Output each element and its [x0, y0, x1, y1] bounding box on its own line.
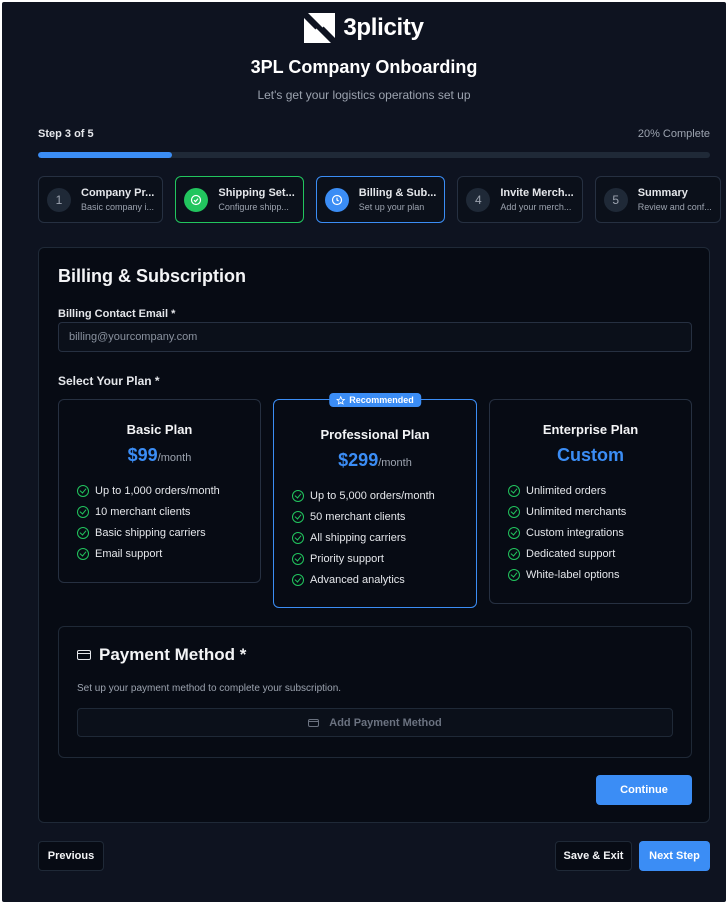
check-icon [77, 505, 89, 518]
feature-item: Up to 5,000 orders/month [292, 485, 476, 506]
plan-name: Basic Plan [126, 422, 193, 437]
brand: 3plicity [2, 13, 726, 43]
save-exit-button[interactable]: Save & Exit [555, 841, 632, 871]
step-summary[interactable]: 5 Summary Review and conf... [594, 176, 721, 223]
feature-item: Priority support [292, 548, 476, 569]
check-circle-icon [184, 187, 209, 212]
credit-card-icon [77, 650, 91, 660]
plan-price: $299/month [274, 450, 476, 471]
price-amount: $299 [338, 450, 379, 470]
price-amount: $99 [127, 445, 158, 465]
feature-list: Up to 1,000 orders/month 10 merchant cli… [59, 480, 260, 564]
step-subtitle: Review and conf... [637, 202, 712, 212]
step-number: 5 [603, 187, 628, 212]
step-billing-subscription[interactable]: Billing & Sub... Set up your plan [315, 176, 446, 223]
check-icon [508, 526, 520, 539]
step-subtitle: Add your merch... [500, 202, 572, 212]
plan-card-enterprise[interactable]: Enterprise Plan Custom Unlimited orders … [489, 399, 692, 604]
feature-item: Email support [77, 543, 260, 564]
plan-price: $99/month [59, 445, 260, 466]
step-title: Billing & Sub... [358, 187, 437, 199]
plan-card-basic[interactable]: Basic Plan $99/month Up to 1,000 orders/… [58, 399, 261, 583]
feature-item: Custom integrations [508, 522, 691, 543]
section-title: Billing & Subscription [58, 266, 246, 286]
step-shipping-setup[interactable]: Shipping Set... Configure shipp... [175, 176, 304, 223]
check-icon [292, 510, 304, 523]
step-invite-merchants[interactable]: 4 Invite Merch... Add your merch... [457, 176, 583, 223]
billing-card: Billing & Subscription Billing Contact E… [38, 247, 710, 823]
feature-item: White-label options [508, 564, 691, 585]
step-title: Company Pr... [81, 187, 155, 199]
feature-item: 10 merchant clients [77, 501, 260, 522]
step-subtitle: Set up your plan [358, 202, 425, 212]
check-icon [292, 531, 304, 544]
star-icon [336, 395, 346, 405]
check-icon [508, 484, 520, 497]
check-icon [292, 489, 304, 502]
feature-list: Up to 5,000 orders/month 50 merchant cli… [274, 485, 476, 590]
billing-email-input[interactable] [58, 322, 692, 352]
3plicity-logo-icon [304, 13, 336, 43]
onboarding-window: 3plicity 3PL Company Onboarding Let's ge… [2, 2, 726, 902]
plan-name: Professional Plan [320, 427, 430, 442]
step-company-profile[interactable]: 1 Company Pr... Basic company i... [38, 176, 164, 223]
progress-bar-fill [38, 152, 173, 158]
step-title: Shipping Set... [218, 187, 295, 199]
progress-percent: 20% Complete [637, 128, 710, 140]
brand-name: 3plicity [343, 14, 424, 41]
step-subtitle: Basic company i... [81, 202, 155, 212]
payment-description: Set up your payment method to complete y… [77, 683, 342, 694]
next-step-button[interactable]: Next Step [639, 841, 710, 871]
feature-item: 50 merchant clients [292, 506, 476, 527]
step-title: Summary [637, 187, 688, 199]
check-icon [77, 484, 89, 497]
check-icon [508, 547, 520, 560]
progress-bar [38, 152, 710, 158]
payment-title: Payment Method * [99, 645, 247, 664]
feature-item: Dedicated support [508, 543, 691, 564]
step-subtitle: Configure shipp... [218, 202, 289, 212]
price-amount: Custom [557, 445, 624, 465]
step-tracker: 1 Company Pr... Basic company i... Shipp… [38, 176, 721, 223]
recommended-badge: Recommended [329, 393, 421, 407]
check-icon [508, 568, 520, 581]
credit-card-icon [308, 718, 320, 727]
feature-item: Advanced analytics [292, 569, 476, 590]
page-subtitle: Let's get your logistics operations set … [257, 88, 471, 102]
plan-label: Select Your Plan * [58, 374, 160, 388]
step-title: Invite Merch... [500, 187, 574, 199]
step-number: 4 [466, 187, 491, 212]
check-icon [508, 505, 520, 518]
check-icon [77, 547, 89, 560]
check-icon [292, 573, 304, 586]
check-icon [292, 552, 304, 565]
step-counter: Step 3 of 5 [38, 128, 94, 140]
clock-icon [324, 187, 349, 212]
check-icon [77, 526, 89, 539]
price-period: /month [378, 457, 412, 469]
plan-card-professional[interactable]: Recommended Professional Plan $299/month… [273, 393, 477, 608]
payment-method-section: Payment Method * Set up your payment met… [58, 626, 692, 758]
plan-name: Enterprise Plan [542, 422, 639, 437]
price-period: /month [157, 452, 192, 464]
previous-button[interactable]: Previous [38, 841, 104, 871]
feature-item: Basic shipping carriers [77, 522, 260, 543]
add-payment-method-button[interactable]: Add Payment Method [77, 708, 673, 737]
plan-price: Custom [490, 445, 691, 466]
continue-button[interactable]: Continue [596, 775, 692, 805]
feature-item: Unlimited merchants [508, 501, 691, 522]
feature-list: Unlimited orders Unlimited merchants Cus… [490, 480, 691, 585]
feature-item: Up to 1,000 orders/month [77, 480, 260, 501]
page-title: 3PL Company Onboarding [250, 57, 478, 77]
feature-item: Unlimited orders [508, 480, 691, 501]
step-number: 1 [47, 187, 71, 212]
email-label: Billing Contact Email * [58, 308, 176, 320]
feature-item: All shipping carriers [292, 527, 476, 548]
